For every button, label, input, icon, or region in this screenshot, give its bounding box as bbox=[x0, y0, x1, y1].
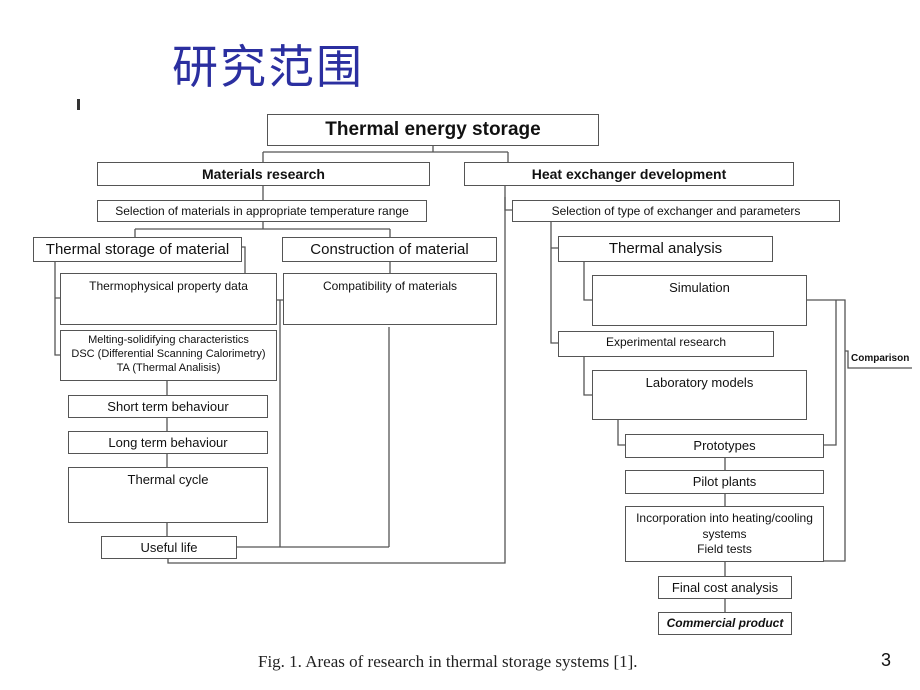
box-final-cost: Final cost analysis bbox=[658, 576, 792, 599]
connector-selection-children bbox=[134, 221, 391, 237]
box-prototypes: Prototypes bbox=[625, 434, 824, 458]
page-number: 3 bbox=[881, 650, 892, 670]
connector-comparison-inner bbox=[824, 300, 837, 446]
melting-line-2: DSC (Differential Scanning Calorimetry) bbox=[71, 348, 266, 360]
box-incorporation: Incorporation into heating/cooling syste… bbox=[625, 506, 824, 562]
connector-lab-prototypes bbox=[617, 420, 625, 446]
connector-exchanger-selection bbox=[504, 185, 512, 211]
melting-line-3: TA (Thermal Analisis) bbox=[116, 362, 221, 374]
box-thermal-storage: Thermal storage of material bbox=[33, 237, 242, 262]
box-construction: Construction of material bbox=[282, 237, 497, 262]
connector-junction-vertical bbox=[277, 299, 283, 547]
box-thermal-cycle: Thermal cycle bbox=[68, 467, 268, 523]
box-melting: Melting-solidifying characteristics DSC … bbox=[60, 330, 277, 381]
connector-root bbox=[262, 145, 509, 162]
box-short-term: Short term behaviour bbox=[68, 395, 268, 418]
box-simulation: Simulation bbox=[592, 275, 807, 326]
box-compatibility: Compatibility of materials bbox=[283, 273, 497, 325]
box-thermophysical: Thermophysical property data bbox=[60, 273, 277, 325]
box-experimental: Experimental research bbox=[558, 331, 774, 357]
incorporation-line-3: Field tests bbox=[697, 542, 752, 556]
box-thermal-analysis: Thermal analysis bbox=[558, 236, 773, 262]
box-materials-research: Materials research bbox=[97, 162, 430, 186]
box-lab-models: Laboratory models bbox=[592, 370, 807, 420]
connector-thermal-storage-right bbox=[242, 246, 246, 273]
figure-caption: Fig. 1. Areas of research in thermal sto… bbox=[258, 652, 638, 671]
incorporation-line-2: systems bbox=[702, 526, 747, 541]
comparison-label: Comparison bbox=[851, 353, 910, 364]
box-root: Thermal energy storage bbox=[267, 114, 599, 146]
box-useful-life: Useful life bbox=[101, 536, 237, 559]
box-long-term: Long term behaviour bbox=[68, 431, 268, 454]
connector-experimental-lab bbox=[583, 355, 592, 396]
incorporation-line-1: Incorporation into heating/cooling bbox=[636, 511, 813, 525]
melting-line-1: Melting-solidifying characteristics bbox=[88, 334, 249, 346]
box-heat-exchanger: Heat exchanger development bbox=[464, 162, 794, 186]
box-pilot-plants: Pilot plants bbox=[625, 470, 824, 494]
connector-thermal-simulation bbox=[583, 261, 592, 301]
box-material-selection: Selection of materials in appropriate te… bbox=[97, 200, 427, 222]
box-commercial-product: Commercial product bbox=[658, 612, 792, 635]
box-exchanger-selection: Selection of type of exchanger and param… bbox=[512, 200, 840, 222]
